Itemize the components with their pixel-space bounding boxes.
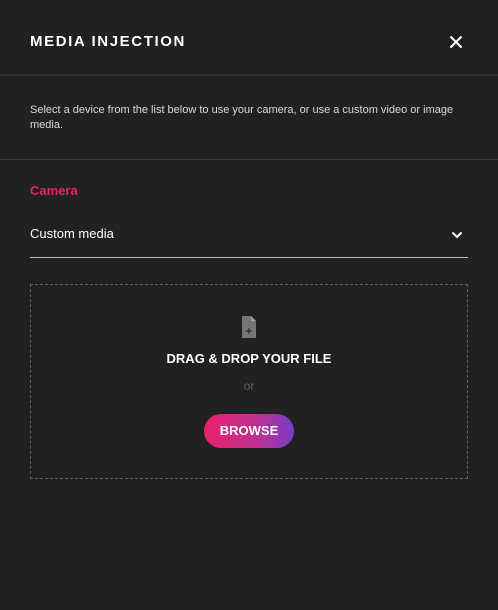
description-section: Select a device from the list below to u… — [0, 76, 498, 160]
chevron-down-icon — [452, 232, 462, 238]
dialog-title: MEDIA INJECTION — [30, 33, 186, 50]
dropzone-title: DRAG & DROP YOUR FILE — [166, 351, 332, 366]
camera-select[interactable]: Custom media — [30, 220, 468, 258]
file-add-icon — [242, 316, 256, 338]
dialog-description: Select a device from the list below to u… — [30, 104, 454, 131]
dialog-header: MEDIA INJECTION — [0, 0, 498, 76]
browse-button[interactable]: BROWSE — [204, 414, 294, 448]
file-dropzone[interactable]: DRAG & DROP YOUR FILE or BROWSE — [30, 284, 468, 479]
camera-label: Camera — [30, 183, 78, 198]
close-button[interactable] — [445, 31, 467, 53]
dropzone-or-text: or — [243, 379, 255, 393]
camera-select-value: Custom media — [30, 226, 114, 241]
close-icon — [450, 36, 462, 48]
